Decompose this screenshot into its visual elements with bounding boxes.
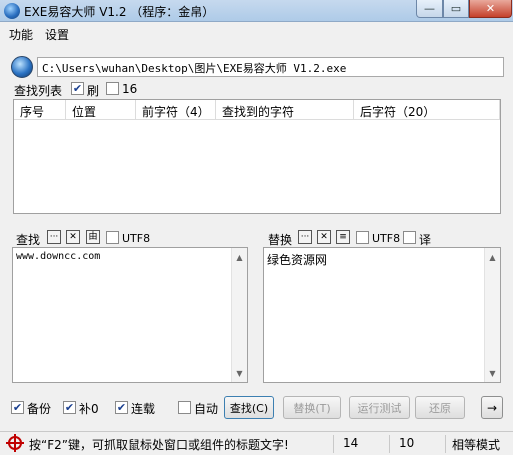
column-header-prefix[interactable]: 前字符（4） xyxy=(136,100,216,120)
find-from-button[interactable]: 由 xyxy=(86,230,100,244)
find-utf8-checkbox[interactable] xyxy=(106,231,119,244)
backup-label: 备份 xyxy=(27,402,52,416)
title-bar[interactable]: EXE易容大师 V1.2 （程序：金帛） — ▭ ✕ xyxy=(0,0,513,22)
scroll-down-icon[interactable]: ▼ xyxy=(485,366,500,380)
find-more-button[interactable]: ··· xyxy=(47,230,61,244)
crosshair-icon[interactable] xyxy=(6,434,24,452)
status-bar: 按“F2”键，可抓取鼠标处窗口或组件的标题文字! 14 10 相等模式 xyxy=(0,431,513,455)
backup-checkbox[interactable]: ✔ xyxy=(11,401,24,414)
result-table[interactable]: 序号 位置 前字符（4） 查找到的字符 后字符（20） xyxy=(13,99,501,214)
close-button[interactable]: ✕ xyxy=(469,0,512,18)
restore-button[interactable]: 还原 xyxy=(415,396,465,419)
checkmark-icon: ✔ xyxy=(72,82,83,95)
search-list-label: 查找列表 xyxy=(14,84,63,98)
replace-clear-button[interactable]: ✕ xyxy=(317,230,331,244)
find-utf8-label: UTF8 xyxy=(122,232,151,245)
find-textarea[interactable]: www.downcc.com ▲ ▼ xyxy=(12,247,248,383)
menu-settings[interactable]: 设置 xyxy=(45,26,69,43)
menu-function[interactable]: 功能 xyxy=(9,26,33,43)
status-tip: 按“F2”键，可抓取鼠标处窗口或组件的标题文字! xyxy=(29,438,289,452)
find-text: www.downcc.com xyxy=(16,251,101,262)
column-header-found[interactable]: 查找到的字符 xyxy=(216,100,354,120)
exe-path-input[interactable]: C:\Users\wuhan\Desktop\图片\EXE易容大师 V1.2.e… xyxy=(37,57,504,77)
status-left-count: 14 xyxy=(343,436,359,450)
status-separator xyxy=(445,435,446,453)
hex16-checkbox[interactable] xyxy=(106,82,119,95)
app-globe-icon xyxy=(4,3,20,19)
replace-button[interactable]: 替换(T) xyxy=(283,396,341,419)
minimize-button[interactable]: — xyxy=(416,0,443,18)
status-separator xyxy=(389,435,390,453)
status-separator xyxy=(333,435,334,453)
globe-icon[interactable] xyxy=(11,56,33,78)
column-header-position[interactable]: 位置 xyxy=(66,100,136,120)
replace-more-button[interactable]: ··· xyxy=(298,230,312,244)
scroll-up-icon[interactable]: ▲ xyxy=(485,250,500,264)
translate-label: 译 xyxy=(419,233,432,247)
column-header-index[interactable]: 序号 xyxy=(14,100,66,120)
auto-checkbox[interactable] xyxy=(178,401,191,414)
find-clear-button[interactable]: ✕ xyxy=(66,230,80,244)
maximize-button[interactable]: ▭ xyxy=(443,0,469,18)
find-button[interactable]: 查找(C) xyxy=(224,396,274,419)
auto-label: 自动 xyxy=(194,402,219,416)
replace-label: 替换 xyxy=(268,233,293,247)
translate-checkbox[interactable] xyxy=(403,231,416,244)
replace-textarea[interactable]: 绿色资源网 ▲ ▼ xyxy=(263,247,501,383)
replace-scrollbar[interactable]: ▲ ▼ xyxy=(484,248,500,382)
scroll-up-icon[interactable]: ▲ xyxy=(232,250,247,264)
pad-zero-label: 补0 xyxy=(79,402,99,416)
continuous-label: 连载 xyxy=(131,402,156,416)
checkmark-icon: ✔ xyxy=(64,401,75,414)
column-header-suffix[interactable]: 后字符（20） xyxy=(354,100,500,120)
next-arrow-button[interactable]: → xyxy=(481,396,503,419)
replace-utf8-label: UTF8 xyxy=(372,232,401,245)
menu-bar: 功能 设置 xyxy=(0,23,513,43)
scroll-down-icon[interactable]: ▼ xyxy=(232,366,247,380)
status-right-count: 10 xyxy=(399,436,415,450)
replace-text: 绿色资源网 xyxy=(267,253,328,267)
run-test-button[interactable]: 运行测试 xyxy=(349,396,410,419)
checkmark-icon: ✔ xyxy=(116,401,127,414)
continuous-checkbox[interactable]: ✔ xyxy=(115,401,128,414)
replace-equal-button[interactable]: ≡ xyxy=(336,230,350,244)
hex16-label: 16 xyxy=(122,82,138,96)
window-title: EXE易容大师 V1.2 （程序：金帛） xyxy=(24,5,215,19)
replace-utf8-checkbox[interactable] xyxy=(356,231,369,244)
refresh-label: 刷 xyxy=(87,84,100,98)
find-label: 查找 xyxy=(16,233,41,247)
pad-zero-checkbox[interactable]: ✔ xyxy=(63,401,76,414)
checkmark-icon: ✔ xyxy=(12,401,23,414)
refresh-checkbox[interactable]: ✔ xyxy=(71,82,84,95)
find-scrollbar[interactable]: ▲ ▼ xyxy=(231,248,247,382)
status-mode: 相等模式 xyxy=(452,438,501,452)
